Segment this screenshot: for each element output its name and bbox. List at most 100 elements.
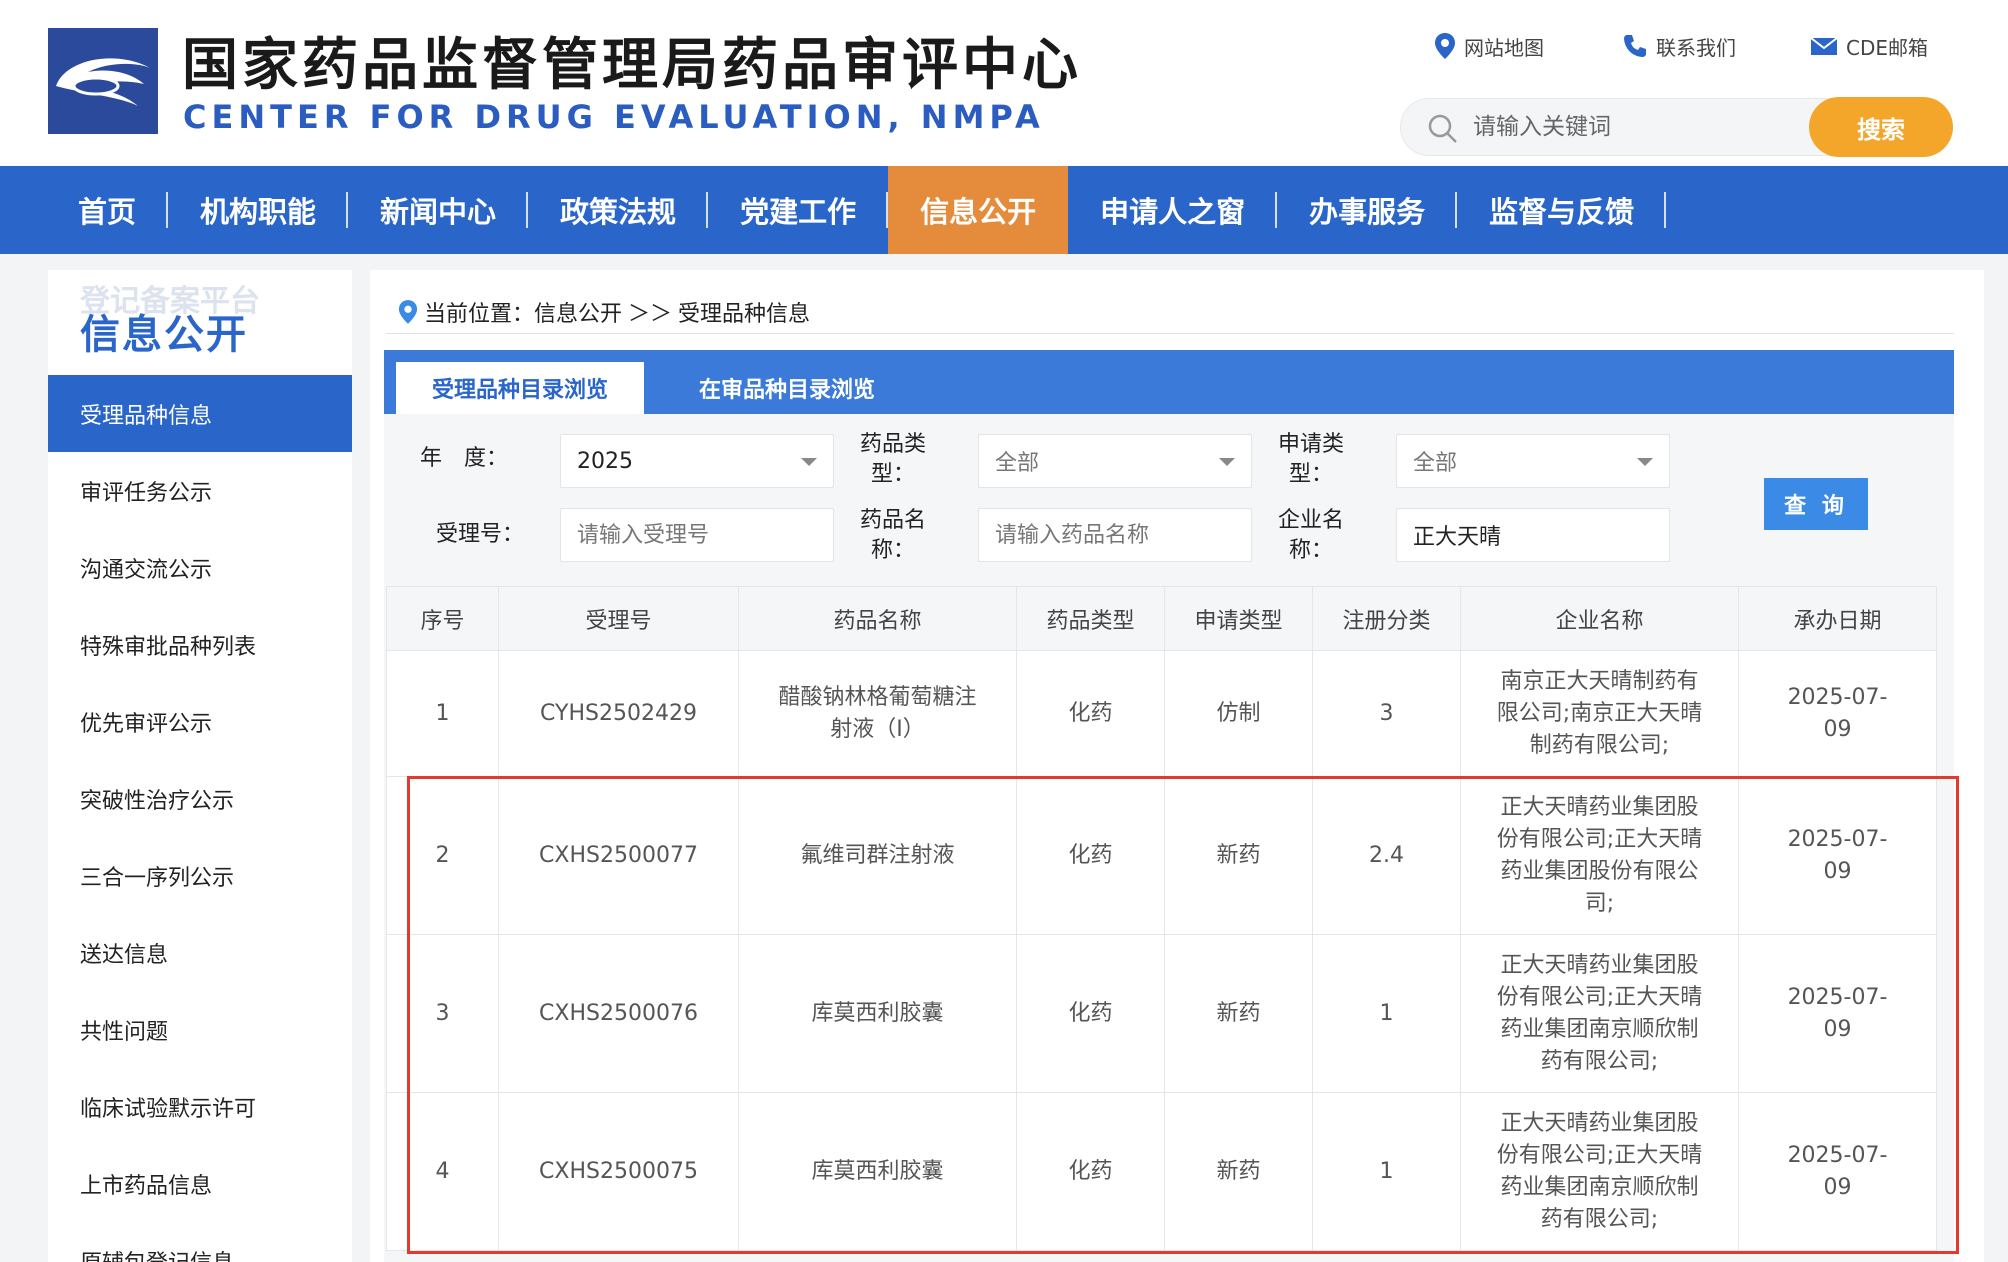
nav-item-news[interactable]: 新闻中心 <box>348 166 528 254</box>
cell-drug-name: 氟维司群注射液 <box>739 777 1017 935</box>
sidebar-item-marketed-drugs[interactable]: 上市药品信息 <box>48 1145 352 1222</box>
apply-type-select[interactable]: 全部 <box>1396 434 1670 488</box>
nav-label: 机构职能 <box>200 189 316 231</box>
sidebar-item-common-issues[interactable]: 共性问题 <box>48 991 352 1068</box>
cell-apply-type: 新药 <box>1165 777 1313 935</box>
company-line: 制药有限公司; <box>1473 730 1726 762</box>
chevron-down-icon <box>801 458 817 466</box>
cell-no: 4 <box>387 1093 499 1251</box>
sidebar-item-three-in-one[interactable]: 三合一序列公示 <box>48 837 352 914</box>
drug-name-line: 氟维司群注射液 <box>751 840 1004 872</box>
table-row[interactable]: 2 CXHS2500077 氟维司群注射液 化药 新药 2.4 正大天晴药业集团… <box>387 777 1937 935</box>
drug-name-line: 射液（I） <box>751 714 1004 746</box>
sidebar-header: 登记备案平台 信息公开 <box>48 270 352 375</box>
sidebar-item-special-approval[interactable]: 特殊审批品种列表 <box>48 606 352 683</box>
company-line: 药有限公司; <box>1473 1046 1726 1078</box>
company-line: 药业集团南京顺欣制 <box>1473 1014 1726 1046</box>
company-input[interactable] <box>1396 508 1670 562</box>
date-line: 2025-07- <box>1751 1140 1924 1172</box>
nav-item-applicant[interactable]: 申请人之窗 <box>1068 166 1277 254</box>
date-line: 09 <box>1751 714 1924 746</box>
company-line: 正大天晴药业集团股 <box>1473 1108 1726 1140</box>
col-header-date[interactable]: 承办日期 <box>1739 587 1937 651</box>
cell-drug-type: 化药 <box>1017 1093 1165 1251</box>
nav-item-policy[interactable]: 政策法规 <box>528 166 708 254</box>
nav-item-functions[interactable]: 机构职能 <box>168 166 348 254</box>
company-label-line2: 称： <box>1278 536 1344 566</box>
query-button[interactable]: 查 询 <box>1764 478 1868 530</box>
tab-reviewing-catalog[interactable]: 在审品种目录浏览 <box>652 362 922 414</box>
cell-reg-class: 3 <box>1313 651 1461 777</box>
breadcrumb-section[interactable]: 信息公开 <box>534 296 622 328</box>
nav-label: 首页 <box>78 189 136 231</box>
search-button[interactable]: 搜索 <box>1809 97 1953 157</box>
nav-item-feedback[interactable]: 监督与反馈 <box>1457 166 1666 254</box>
cell-company: 正大天晴药业集团股份有限公司;正大天晴药业集团南京顺欣制药有限公司; <box>1461 935 1739 1093</box>
nav-item-home[interactable]: 首页 <box>48 166 168 254</box>
table-row[interactable]: 1 CYHS2502429 醋酸钠林格葡萄糖注射液（I） 化药 仿制 3 南京正… <box>387 651 1937 777</box>
col-header-accept-no[interactable]: 受理号 <box>499 587 739 651</box>
nav-item-services[interactable]: 办事服务 <box>1277 166 1457 254</box>
year-select[interactable]: 2025 <box>560 434 834 488</box>
sidebar-item-clinical-trial[interactable]: 临床试验默示许可 <box>48 1068 352 1145</box>
nav-item-party[interactable]: 党建工作 <box>708 166 888 254</box>
drug-name-line: 库莫西利胶囊 <box>751 1156 1004 1188</box>
drug-name-label: 药品名 称： <box>860 506 926 566</box>
nav-label: 申请人之窗 <box>1100 189 1245 231</box>
col-header-no[interactable]: 序号 <box>387 587 499 651</box>
col-header-apply-type[interactable]: 申请类型 <box>1165 587 1313 651</box>
date-line: 2025-07- <box>1751 824 1924 856</box>
main-content: 当前位置： 信息公开 ＞＞ 受理品种信息 受理品种目录浏览 在审品种目录浏览 年… <box>370 270 1984 1262</box>
main-nav: 首页 机构职能 新闻中心 政策法规 党建工作 信息公开 申请人之窗 办事服务 监… <box>0 166 2008 254</box>
apply-type-select-value: 全部 <box>1413 445 1457 477</box>
cde-logo[interactable] <box>48 28 158 134</box>
sidebar-item-accepted-varieties[interactable]: 受理品种信息 <box>48 375 352 452</box>
drug-type-select[interactable]: 全部 <box>978 434 1252 488</box>
col-header-drug-name[interactable]: 药品名称 <box>739 587 1017 651</box>
cell-drug-name: 醋酸钠林格葡萄糖注射液（I） <box>739 651 1017 777</box>
date-line: 2025-07- <box>1751 682 1924 714</box>
tab-bar: 受理品种目录浏览 在审品种目录浏览 <box>384 350 1954 414</box>
drug-type-select-value: 全部 <box>995 445 1039 477</box>
company-line: 正大天晴药业集团股 <box>1473 792 1726 824</box>
nav-label: 监督与反馈 <box>1489 189 1634 231</box>
nav-label: 党建工作 <box>740 189 856 231</box>
col-header-company[interactable]: 企业名称 <box>1461 587 1739 651</box>
location-pin-icon <box>1434 32 1456 60</box>
cde-mail-link[interactable]: CDE邮箱 <box>1810 30 1928 62</box>
drug-name-label-line1: 药品名 <box>860 506 926 536</box>
search-input[interactable] <box>1473 107 1783 147</box>
drug-type-label-line2: 型： <box>860 460 926 490</box>
cell-date: 2025-07-09 <box>1739 651 1937 777</box>
cell-drug-name: 库莫西利胶囊 <box>739 935 1017 1093</box>
cell-no: 2 <box>387 777 499 935</box>
sidebar-item-communication[interactable]: 沟通交流公示 <box>48 529 352 606</box>
date-line: 2025-07- <box>1751 982 1924 1014</box>
sidebar-item-priority-review[interactable]: 优先审评公示 <box>48 683 352 760</box>
nav-item-info-disclosure[interactable]: 信息公开 <box>888 166 1068 254</box>
drug-name-line: 库莫西利胶囊 <box>751 998 1004 1030</box>
accepted-varieties-table: 序号 受理号 药品名称 药品类型 申请类型 注册分类 企业名称 承办日期 1 C… <box>386 586 1937 1251</box>
nav-label: 办事服务 <box>1309 189 1425 231</box>
sidebar-item-excipient-registration[interactable]: 原辅包登记信息 <box>48 1222 352 1262</box>
accept-no-input[interactable] <box>560 508 834 562</box>
table-row[interactable]: 3 CXHS2500076 库莫西利胶囊 化药 新药 1 正大天晴药业集团股份有… <box>387 935 1937 1093</box>
contact-link[interactable]: 联系我们 <box>1622 30 1736 62</box>
cell-apply-type: 新药 <box>1165 935 1313 1093</box>
table-row[interactable]: 4 CXHS2500075 库莫西利胶囊 化药 新药 1 正大天晴药业集团股份有… <box>387 1093 1937 1251</box>
company-line: 正大天晴药业集团股 <box>1473 950 1726 982</box>
sitemap-link[interactable]: 网站地图 <box>1434 30 1544 62</box>
col-header-reg-class[interactable]: 注册分类 <box>1313 587 1461 651</box>
drug-name-input[interactable] <box>978 508 1252 562</box>
company-label-line1: 企业名 <box>1278 506 1344 536</box>
sitemap-label: 网站地图 <box>1464 32 1544 61</box>
cell-reg-class: 1 <box>1313 935 1461 1093</box>
col-header-drug-type[interactable]: 药品类型 <box>1017 587 1165 651</box>
cell-date: 2025-07-09 <box>1739 777 1937 935</box>
cell-date: 2025-07-09 <box>1739 935 1937 1093</box>
sidebar-item-review-tasks[interactable]: 审评任务公示 <box>48 452 352 529</box>
tab-accepted-catalog[interactable]: 受理品种目录浏览 <box>396 362 644 414</box>
sidebar-item-delivery[interactable]: 送达信息 <box>48 914 352 991</box>
drug-name-label-line2: 称： <box>860 536 926 566</box>
sidebar-item-breakthrough[interactable]: 突破性治疗公示 <box>48 760 352 837</box>
